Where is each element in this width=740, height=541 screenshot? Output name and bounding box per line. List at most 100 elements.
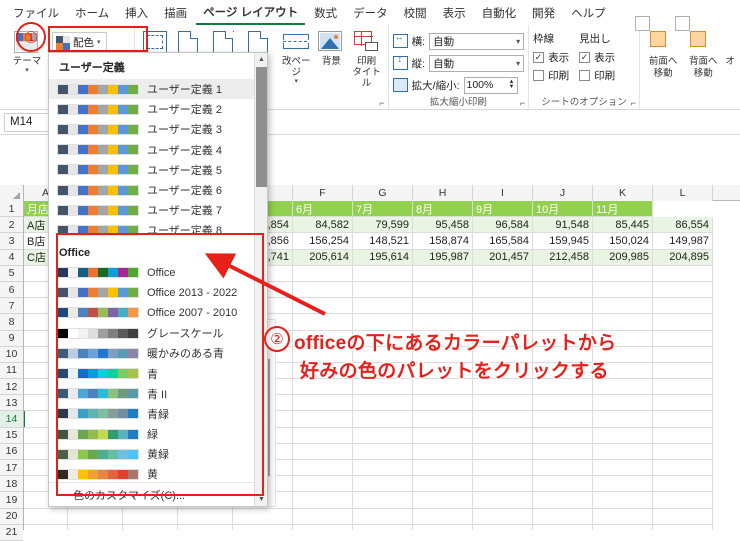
cell-h13[interactable] — [413, 395, 473, 411]
row-header-2[interactable]: 2 — [0, 217, 23, 233]
cell-g20[interactable] — [353, 509, 413, 525]
cell-f17[interactable] — [293, 460, 353, 476]
cell-f13[interactable] — [293, 395, 353, 411]
tab-insert[interactable]: 挿入 — [118, 2, 155, 24]
palette-item[interactable]: ユーザー定義 7 — [49, 200, 267, 220]
cell-d20[interactable] — [178, 509, 233, 525]
cell-j2[interactable]: 91,548 — [533, 217, 593, 233]
palette-item[interactable]: ユーザー定義 4 — [49, 140, 267, 160]
cell-k1[interactable]: 11月 — [593, 201, 653, 217]
cell-h4[interactable]: 195,987 — [413, 250, 473, 266]
palette-item[interactable]: 黄緑 — [49, 444, 267, 464]
cell-k4[interactable]: 209,985 — [593, 250, 653, 266]
colors-button[interactable]: 配色 ▾ — [52, 32, 107, 53]
cell-j6[interactable] — [533, 282, 593, 298]
cell-j7[interactable] — [533, 298, 593, 314]
cell-k7[interactable] — [593, 298, 653, 314]
cell-l18[interactable] — [653, 476, 713, 492]
row-header-5[interactable]: 5 — [0, 266, 23, 282]
palette-item[interactable]: ユーザー定義 2 — [49, 99, 267, 119]
row-header-14[interactable]: 14 — [0, 411, 23, 427]
cell-b20[interactable] — [68, 509, 123, 525]
cell-g6[interactable] — [353, 282, 413, 298]
palette-item[interactable]: 暖かみのある青 — [49, 343, 267, 363]
cell-c21[interactable] — [123, 525, 178, 530]
cell-f1[interactable]: 6月 — [293, 201, 353, 217]
tab-formulas[interactable]: 数式 — [307, 2, 344, 24]
row-header-3[interactable]: 3 — [0, 233, 23, 249]
page-break-button[interactable]: 改ページ ▾ — [279, 28, 313, 85]
cell-f16[interactable] — [293, 444, 353, 460]
cell-j17[interactable] — [533, 460, 593, 476]
row-header-18[interactable]: 18 — [0, 476, 23, 492]
row-header-7[interactable]: 7 — [0, 298, 23, 314]
row-header-9[interactable]: 9 — [0, 331, 23, 347]
print-titles-button[interactable]: 印刷 タイトル — [350, 28, 384, 89]
cell-f18[interactable] — [293, 476, 353, 492]
cell-h20[interactable] — [413, 509, 473, 525]
scroll-down-arrow-icon[interactable]: ▼ — [255, 493, 268, 506]
palette-item[interactable]: ユーザー定義 3 — [49, 119, 267, 139]
scale-dialog-launcher[interactable]: ⌐ — [520, 98, 525, 108]
cell-e21[interactable] — [233, 525, 293, 530]
cell-g3[interactable]: 148,521 — [353, 233, 413, 249]
cell-l3[interactable]: 149,987 — [653, 233, 713, 249]
tab-draw[interactable]: 描画 — [157, 2, 194, 24]
cell-j15[interactable] — [533, 428, 593, 444]
cell-l13[interactable] — [653, 395, 713, 411]
tab-data[interactable]: データ — [346, 2, 395, 24]
cell-i20[interactable] — [473, 509, 533, 525]
cell-g5[interactable] — [353, 266, 413, 282]
cell-g7[interactable] — [353, 298, 413, 314]
size-button[interactable] — [209, 28, 243, 55]
cell-j21[interactable] — [533, 525, 593, 530]
cell-i21[interactable] — [473, 525, 533, 530]
cell-k19[interactable] — [593, 492, 653, 508]
cell-l19[interactable] — [653, 492, 713, 508]
cell-i19[interactable] — [473, 492, 533, 508]
cell-c20[interactable] — [123, 509, 178, 525]
row-header-6[interactable]: 6 — [0, 282, 23, 298]
cell-k14[interactable] — [593, 411, 653, 427]
chevron-down-icon[interactable]: ▾ — [295, 78, 299, 85]
cell-k17[interactable] — [593, 460, 653, 476]
cell-k5[interactable] — [593, 266, 653, 282]
cell-k15[interactable] — [593, 428, 653, 444]
cell-f14[interactable] — [293, 411, 353, 427]
scale-stepper[interactable]: 100% ▲▼ — [464, 77, 518, 94]
cell-i18[interactable] — [473, 476, 533, 492]
cell-g21[interactable] — [353, 525, 413, 530]
palette-item[interactable]: 緑 — [49, 424, 267, 444]
cell-k16[interactable] — [593, 444, 653, 460]
cell-d21[interactable] — [178, 525, 233, 530]
cell-h17[interactable] — [413, 460, 473, 476]
cell-i17[interactable] — [473, 460, 533, 476]
cell-h16[interactable] — [413, 444, 473, 460]
cell-i13[interactable] — [473, 395, 533, 411]
cell-g4[interactable]: 195,614 — [353, 250, 413, 266]
palette-item[interactable]: ユーザー定義 6 — [49, 180, 267, 200]
palette-item[interactable]: グレースケール — [49, 323, 267, 343]
page-setup-dialog-launcher[interactable]: ⌐ — [379, 98, 384, 108]
column-header-g[interactable]: G — [353, 185, 413, 201]
cell-j18[interactable] — [533, 476, 593, 492]
cell-h1[interactable]: 8月 — [413, 201, 473, 217]
cell-h3[interactable]: 158,874 — [413, 233, 473, 249]
column-header-i[interactable]: I — [473, 185, 533, 201]
cell-f20[interactable] — [293, 509, 353, 525]
cell-l10[interactable] — [653, 347, 713, 363]
cell-g18[interactable] — [353, 476, 413, 492]
scrollbar-thumb[interactable] — [256, 67, 267, 187]
cell-i4[interactable]: 201,457 — [473, 250, 533, 266]
cell-g1[interactable]: 7月 — [353, 201, 413, 217]
cell-l2[interactable]: 86,554 — [653, 217, 713, 233]
page-width-select[interactable]: 自動 ▾ — [429, 33, 524, 50]
margins-button[interactable] — [139, 28, 173, 55]
customize-colors-row[interactable]: 色のカスタマイズ(C)... — [49, 482, 256, 506]
headings-print-checkbox[interactable]: 印刷 — [579, 68, 615, 83]
selection-pane-button-partial[interactable]: オ — [724, 28, 736, 67]
cell-j13[interactable] — [533, 395, 593, 411]
row-header-21[interactable]: 21 — [0, 525, 23, 541]
cell-i7[interactable] — [473, 298, 533, 314]
cell-i3[interactable]: 165,584 — [473, 233, 533, 249]
